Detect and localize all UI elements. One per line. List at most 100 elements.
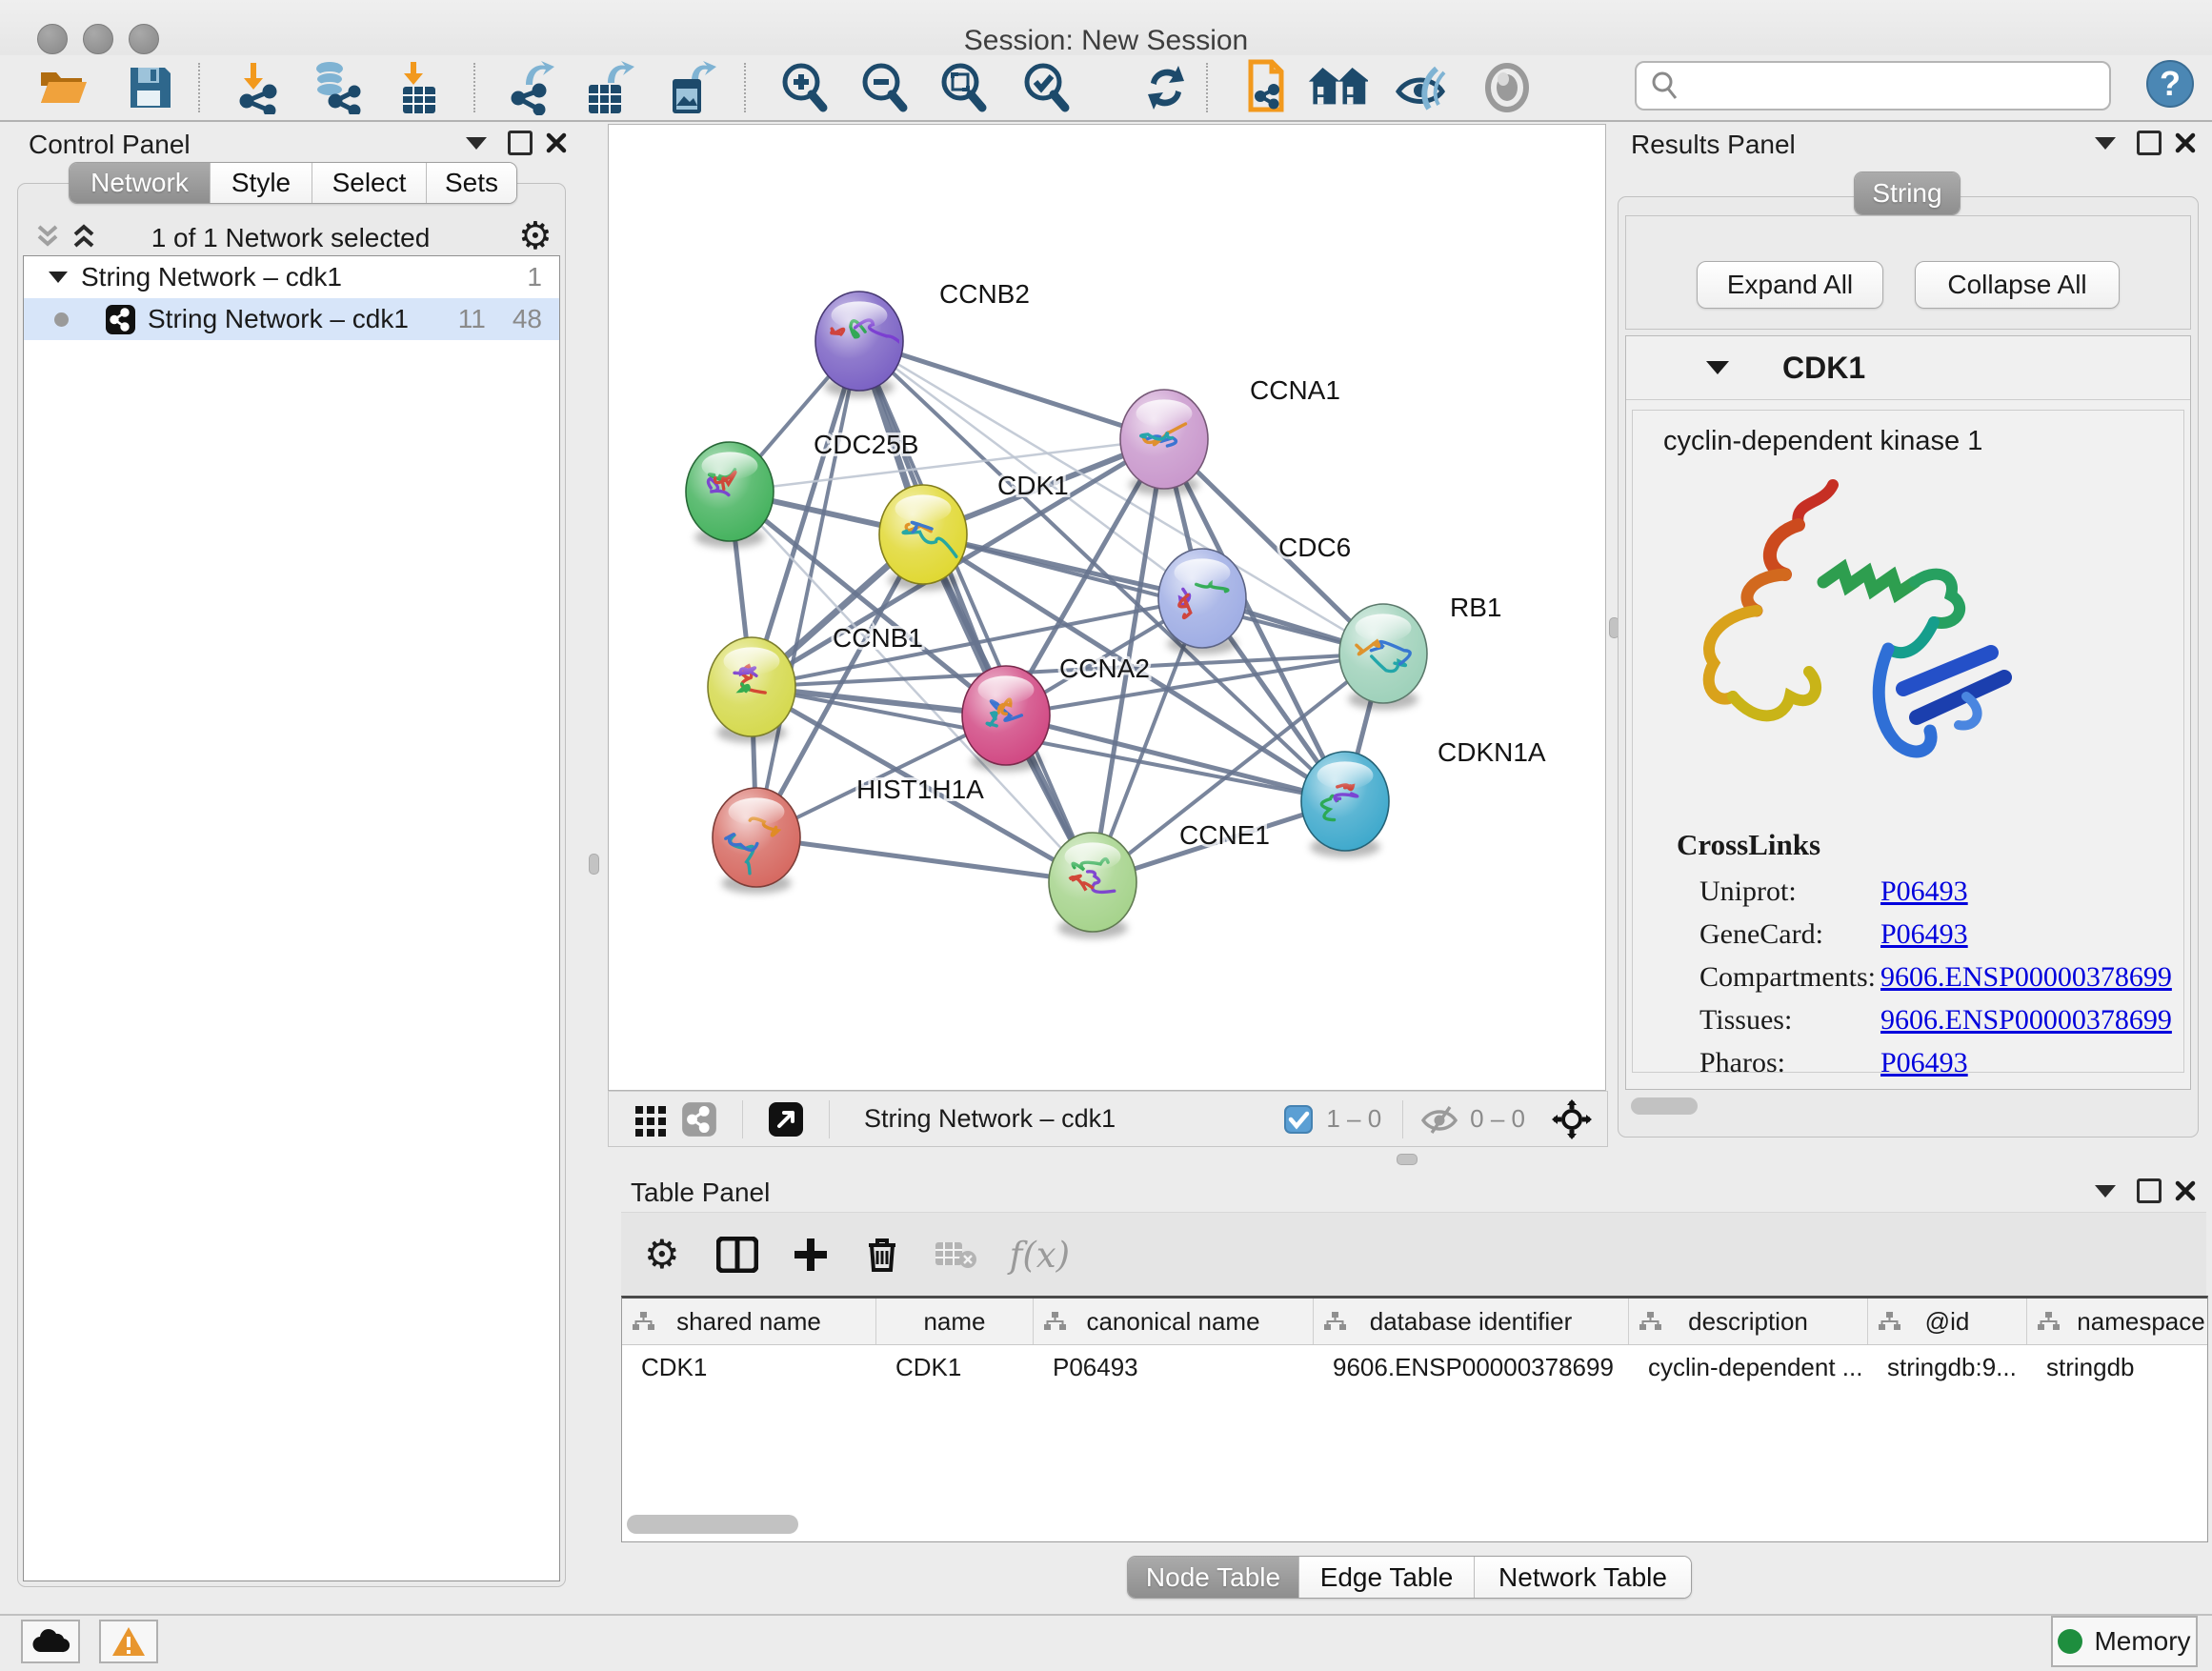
node-CCNE1[interactable]: [1049, 833, 1136, 938]
selected-checkbox-icon[interactable]: [1284, 1105, 1313, 1134]
string-home-button[interactable]: [1307, 59, 1368, 116]
birds-eye-toggle-icon[interactable]: [768, 1101, 804, 1137]
node-RB1[interactable]: [1339, 604, 1427, 710]
zoom-in-button[interactable]: [774, 59, 835, 116]
collapse-all-button[interactable]: Collapse All: [1915, 261, 2120, 309]
table-panel-float-button[interactable]: [2132, 1174, 2166, 1208]
show-columns-button[interactable]: [716, 1237, 758, 1273]
table-options-gear-button[interactable]: ⚙: [644, 1235, 680, 1275]
node-CCNA1[interactable]: [1120, 390, 1208, 495]
help-button[interactable]: ?: [2145, 59, 2195, 113]
network-options-gear-button[interactable]: ⚙: [518, 217, 553, 255]
warnings-button[interactable]: [99, 1620, 158, 1663]
column-header-canonical-name[interactable]: canonical name: [1034, 1299, 1314, 1344]
table-row[interactable]: CDK1CDK1P064939606.ENSP00000378699cyclin…: [622, 1345, 2207, 1389]
section-collapse-arrow[interactable]: [1706, 361, 1729, 374]
results-panel-float-button[interactable]: [2132, 126, 2166, 160]
splitter-handle-bottom[interactable]: [1397, 1154, 1418, 1165]
edge-CCNE1-HIST1H1A[interactable]: [756, 837, 1093, 882]
table-cell[interactable]: stringdb: [2027, 1345, 2208, 1389]
create-column-button[interactable]: [793, 1237, 829, 1273]
tab-network-table[interactable]: Network Table: [1475, 1557, 1691, 1598]
column-header-database-identifier[interactable]: database identifier: [1314, 1299, 1629, 1344]
node-HIST1H1A[interactable]: [713, 788, 800, 894]
table-panel-close-button[interactable]: [2168, 1174, 2202, 1208]
crosslink-value-link[interactable]: P06493: [1880, 1047, 1968, 1079]
cdk1-section-header[interactable]: CDK1: [1626, 336, 2190, 400]
hide-unhide-button[interactable]: [1393, 59, 1454, 116]
import-network-from-database-button[interactable]: [303, 59, 364, 116]
string-protein-query-button[interactable]: [1238, 59, 1299, 116]
export-network-button[interactable]: [503, 59, 564, 116]
node-label-CCNA1: CCNA1: [1250, 375, 1340, 405]
delete-column-button[interactable]: [865, 1236, 899, 1274]
table-panel-menu-button[interactable]: [2088, 1174, 2122, 1208]
zoom-selected-button[interactable]: [1016, 59, 1076, 116]
results-panel-title: Results Panel: [1631, 130, 1796, 160]
splitter-handle-left[interactable]: [589, 854, 599, 875]
table-cell[interactable]: 9606.ENSP00000378699: [1314, 1345, 1629, 1389]
edge-CCNB2-CCNA1[interactable]: [859, 341, 1164, 439]
table-cell[interactable]: cyclin-dependent ...: [1629, 1345, 1868, 1389]
column-header-description[interactable]: description: [1629, 1299, 1868, 1344]
tab-node-table[interactable]: Node Table: [1128, 1557, 1299, 1598]
crosslink-value-link[interactable]: P06493: [1880, 876, 1968, 908]
node-CDKN1A[interactable]: [1301, 752, 1389, 857]
tab-sets[interactable]: Sets: [427, 163, 516, 203]
tab-string-results[interactable]: String: [1855, 172, 1960, 214]
memory-button[interactable]: Memory: [2051, 1616, 2198, 1667]
apply-layout-button[interactable]: [1136, 59, 1196, 116]
table-cell[interactable]: CDK1: [876, 1345, 1034, 1389]
zoom-fit-button[interactable]: [933, 59, 994, 116]
network-canvas[interactable]: CCNB2CCNA1CDC25BCDK1CDC6RB1CCNB1CCNA2CDK…: [608, 124, 1606, 1091]
fit-selected-crosshair-icon[interactable]: [1552, 1099, 1592, 1139]
import-table-file-button[interactable]: [389, 59, 450, 116]
results-hscroll-thumb[interactable]: [1631, 1097, 1698, 1115]
control-panel-close-button[interactable]: [539, 126, 573, 160]
tab-style[interactable]: Style: [211, 163, 312, 203]
node-label-CCNA2: CCNA2: [1059, 654, 1150, 683]
column-header-name[interactable]: name: [876, 1299, 1034, 1344]
export-table-button[interactable]: [579, 59, 640, 116]
node-CCNB2[interactable]: [815, 292, 903, 397]
node-CDC25B[interactable]: [686, 442, 774, 548]
collection-expand-arrow[interactable]: [49, 272, 68, 283]
open-session-button[interactable]: [34, 59, 95, 116]
tab-select[interactable]: Select: [312, 163, 427, 203]
network-row-selected[interactable]: String Network – cdk1 11 48: [24, 298, 559, 340]
edge-CCNB2-HIST1H1A[interactable]: [756, 341, 859, 837]
crosslink-value-link[interactable]: 9606.ENSP00000378699: [1880, 1004, 2172, 1037]
table-cell[interactable]: P06493: [1034, 1345, 1314, 1389]
control-panel-menu-button[interactable]: [459, 126, 493, 160]
search-field[interactable]: [1635, 61, 2111, 111]
table-cell[interactable]: CDK1: [622, 1345, 876, 1389]
string-view-icon[interactable]: [681, 1101, 717, 1137]
crosslink-value-link[interactable]: P06493: [1880, 918, 1968, 951]
results-panel-menu-button[interactable]: [2088, 126, 2122, 160]
cloud-status-button[interactable]: [21, 1620, 80, 1663]
expand-all-networks-button[interactable]: [67, 219, 101, 253]
table-hscroll-thumb[interactable]: [627, 1515, 798, 1534]
save-session-button[interactable]: [120, 59, 181, 116]
toolbar-separator: [744, 63, 746, 112]
collapse-all-networks-button[interactable]: [30, 219, 65, 253]
tab-edge-table[interactable]: Edge Table: [1299, 1557, 1475, 1598]
results-panel-close-button[interactable]: [2168, 126, 2202, 160]
show-graphics-details-button[interactable]: [1477, 59, 1538, 116]
import-network-file-button[interactable]: [229, 59, 290, 116]
column-header-namespace[interactable]: namespace: [2027, 1299, 2208, 1344]
export-image-button[interactable]: [661, 59, 722, 116]
network-collection-row[interactable]: String Network – cdk1 1: [24, 256, 559, 298]
table-cell[interactable]: stringdb:9...: [1868, 1345, 2027, 1389]
search-input[interactable]: [1688, 70, 2109, 102]
control-panel-float-button[interactable]: [503, 126, 537, 160]
column-header-shared-name[interactable]: shared name: [622, 1299, 876, 1344]
zoom-out-button[interactable]: [854, 59, 915, 116]
expand-all-button[interactable]: Expand All: [1697, 261, 1883, 309]
crosslink-value-link[interactable]: 9606.ENSP00000378699: [1880, 961, 2172, 994]
node-CCNB1[interactable]: [708, 637, 795, 743]
node-CDK1[interactable]: [879, 485, 967, 591]
tab-network[interactable]: Network: [70, 163, 211, 203]
grid-mode-icon[interactable]: [633, 1102, 668, 1137]
column-header-@id[interactable]: @id: [1868, 1299, 2027, 1344]
